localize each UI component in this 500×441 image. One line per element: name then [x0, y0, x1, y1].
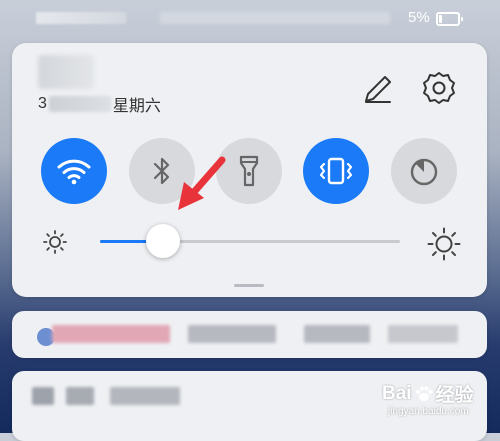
paw-icon	[415, 386, 433, 401]
notification-blurred-icon	[32, 387, 54, 405]
panel-drag-handle[interactable]	[234, 284, 264, 287]
flashlight-icon	[239, 155, 259, 187]
clock-blurred	[38, 55, 94, 89]
timer-toggle[interactable]	[391, 138, 457, 204]
settings-button[interactable]	[420, 69, 458, 107]
status-icons-blurred	[36, 12, 126, 24]
brightness-slider[interactable]	[100, 224, 400, 258]
gear-icon	[423, 72, 455, 104]
watermark-url: jingyan.baidu.com	[388, 406, 469, 417]
weekday: 星期六	[112, 98, 161, 115]
notification-blurred-text	[66, 387, 94, 405]
battery-icon	[436, 12, 463, 26]
flashlight-toggle[interactable]	[216, 138, 282, 204]
brightness-low-icon	[42, 229, 68, 255]
pencil-icon	[365, 76, 391, 103]
edit-button[interactable]	[360, 71, 396, 107]
notification-blurred-text	[110, 387, 180, 405]
status-blurred-area	[160, 12, 390, 24]
battery-percent: 5%	[408, 9, 430, 26]
wifi-icon	[57, 159, 91, 185]
notification-blurred-text	[304, 325, 370, 343]
watermark-logo-right: 经验	[435, 385, 474, 406]
date-blurred	[48, 96, 111, 112]
date-row: 3 星期六	[38, 93, 161, 115]
watermark-logo: Bai 经验	[382, 380, 474, 407]
timer-icon	[410, 158, 438, 186]
bluetooth-toggle[interactable]	[129, 138, 195, 204]
vibrate-icon	[319, 157, 353, 185]
bluetooth-icon	[153, 157, 170, 185]
watermark-logo-left: Bai	[382, 382, 412, 404]
wifi-toggle[interactable]	[41, 138, 107, 204]
vibration-toggle[interactable]	[303, 138, 369, 204]
notification-blurred-text	[388, 325, 458, 343]
notification-blurred-text	[52, 325, 170, 343]
notification-blurred-text	[188, 325, 276, 343]
brightness-slider-thumb[interactable]	[146, 224, 180, 258]
date-prefix: 3	[38, 95, 47, 112]
status-bar: 5%	[0, 0, 500, 36]
notification-card-1[interactable]	[12, 311, 487, 358]
quick-settings-panel: 3 星期六	[12, 43, 487, 297]
baidu-jingyan-watermark: Bai 经验 jingyan.baidu.com	[376, 380, 488, 430]
brightness-high-icon	[427, 227, 461, 261]
